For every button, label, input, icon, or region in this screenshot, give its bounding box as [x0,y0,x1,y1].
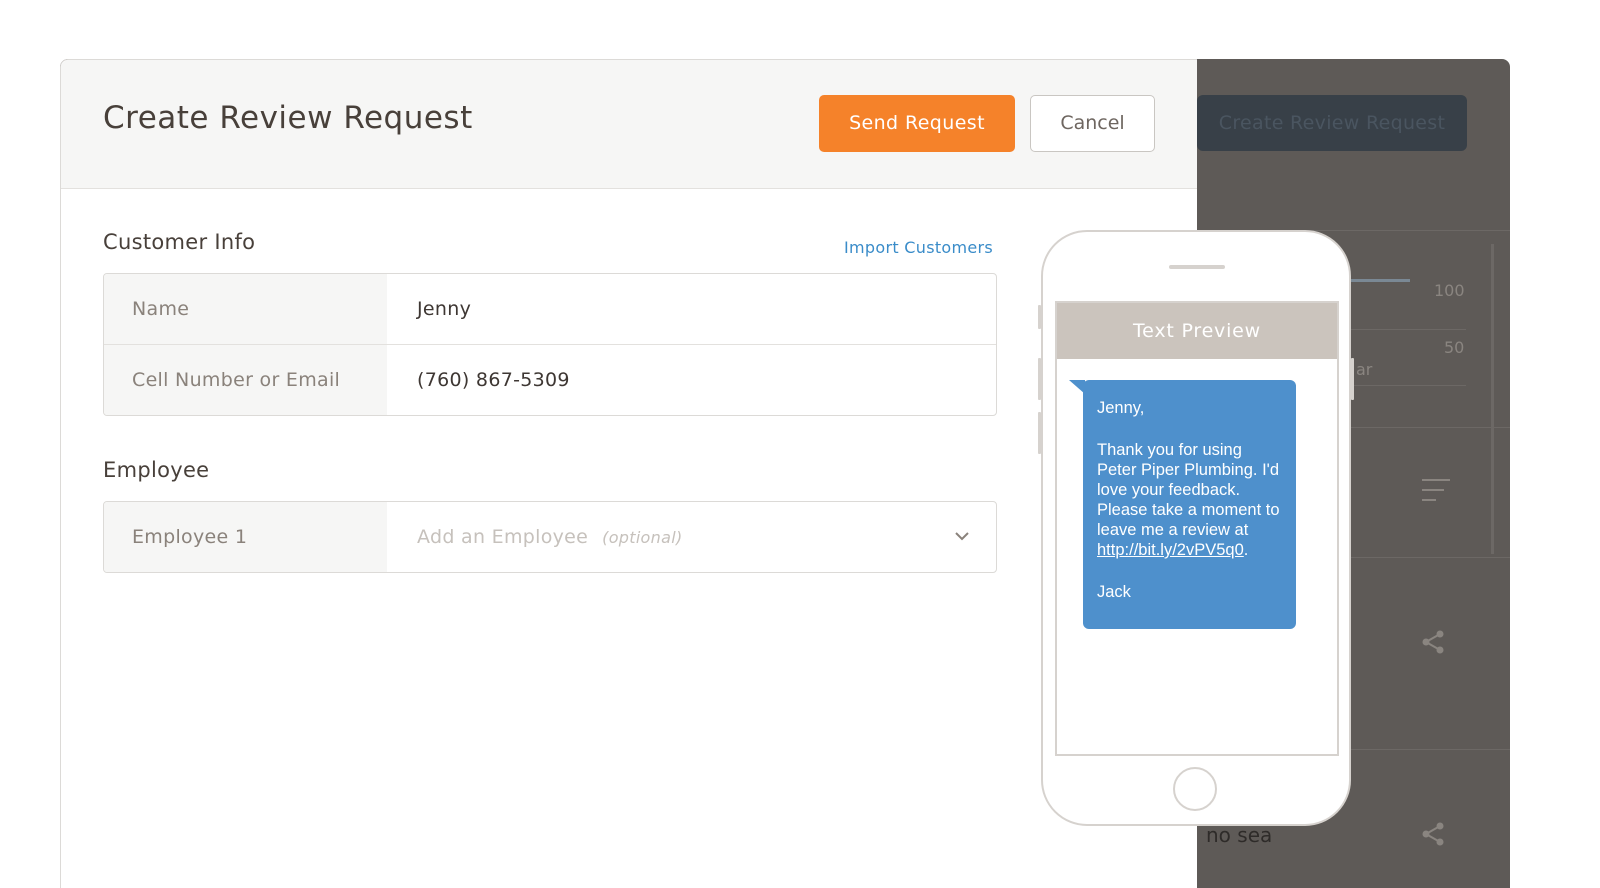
review-link[interactable]: http://bit.ly/2vPV5q0 [1097,541,1244,559]
employee-form: Employee 1 Add an Employee (optional) [103,501,997,573]
phone-side-button [1351,358,1354,400]
optional-hint: (optional) [602,528,683,547]
cancel-button[interactable]: Cancel [1030,95,1155,152]
bg-axis-label: 100 [1434,281,1465,300]
name-row: Name Jenny [104,274,996,344]
screen: Create Review Request 100 50 ar no sea C… [0,0,1600,888]
employee-select[interactable]: Add an Employee (optional) [387,502,996,572]
name-label: Name [104,274,387,344]
bg-axis-label: 50 [1444,338,1465,357]
name-input[interactable]: Jenny [387,274,996,344]
bg-partial-text: ar [1356,360,1373,379]
menu-icon [1422,479,1452,509]
message-signature: Jack [1097,583,1131,601]
bg-gridline [1350,385,1466,386]
employee-label: Employee 1 [104,502,387,572]
contact-input[interactable]: (760) 867-5309 [387,345,996,415]
customer-info-form: Name Jenny Cell Number or Email (760) 86… [103,273,997,416]
message-text: Thank you for using Peter Piper Plumbing… [1097,441,1280,539]
import-customers-link[interactable]: Import Customers [844,238,993,257]
message-body: Thank you for using Peter Piper Plumbing… [1097,440,1282,560]
phone-preview: Text Preview Jenny, Thank you for using … [1041,230,1351,826]
page-title: Create Review Request [103,100,473,136]
review-request-modal: Create Review Request Send Request Cance… [60,59,1197,888]
phone-screen: Text Preview Jenny, Thank you for using … [1055,301,1339,756]
employee-heading: Employee [103,458,210,482]
text-preview-header: Text Preview [1057,303,1337,359]
share-icon [1422,822,1444,846]
employee-row: Employee 1 Add an Employee (optional) [104,502,996,572]
chevron-down-icon[interactable] [954,528,970,544]
share-icon [1422,630,1444,654]
message-bubble: Jenny, Thank you for using Peter Piper P… [1083,380,1296,629]
message-period: . [1243,541,1249,559]
bg-scrollbar [1491,244,1494,554]
modal-header: Create Review Request Send Request Cance… [61,60,1197,189]
customer-info-heading: Customer Info [103,230,256,254]
bg-gridline [1350,329,1466,330]
contact-row: Cell Number or Email (760) 867-5309 [104,344,996,415]
bg-partial-text: no sea [1206,823,1273,847]
message-greeting: Jenny, [1097,399,1145,417]
bg-create-review-button: Create Review Request [1197,95,1467,151]
contact-label: Cell Number or Email [104,345,387,415]
bg-chart-bar [1350,279,1410,282]
send-request-button[interactable]: Send Request [819,95,1015,152]
employee-placeholder: Add an Employee [417,526,589,548]
phone-home-button [1173,767,1217,811]
phone-speaker [1169,265,1225,269]
